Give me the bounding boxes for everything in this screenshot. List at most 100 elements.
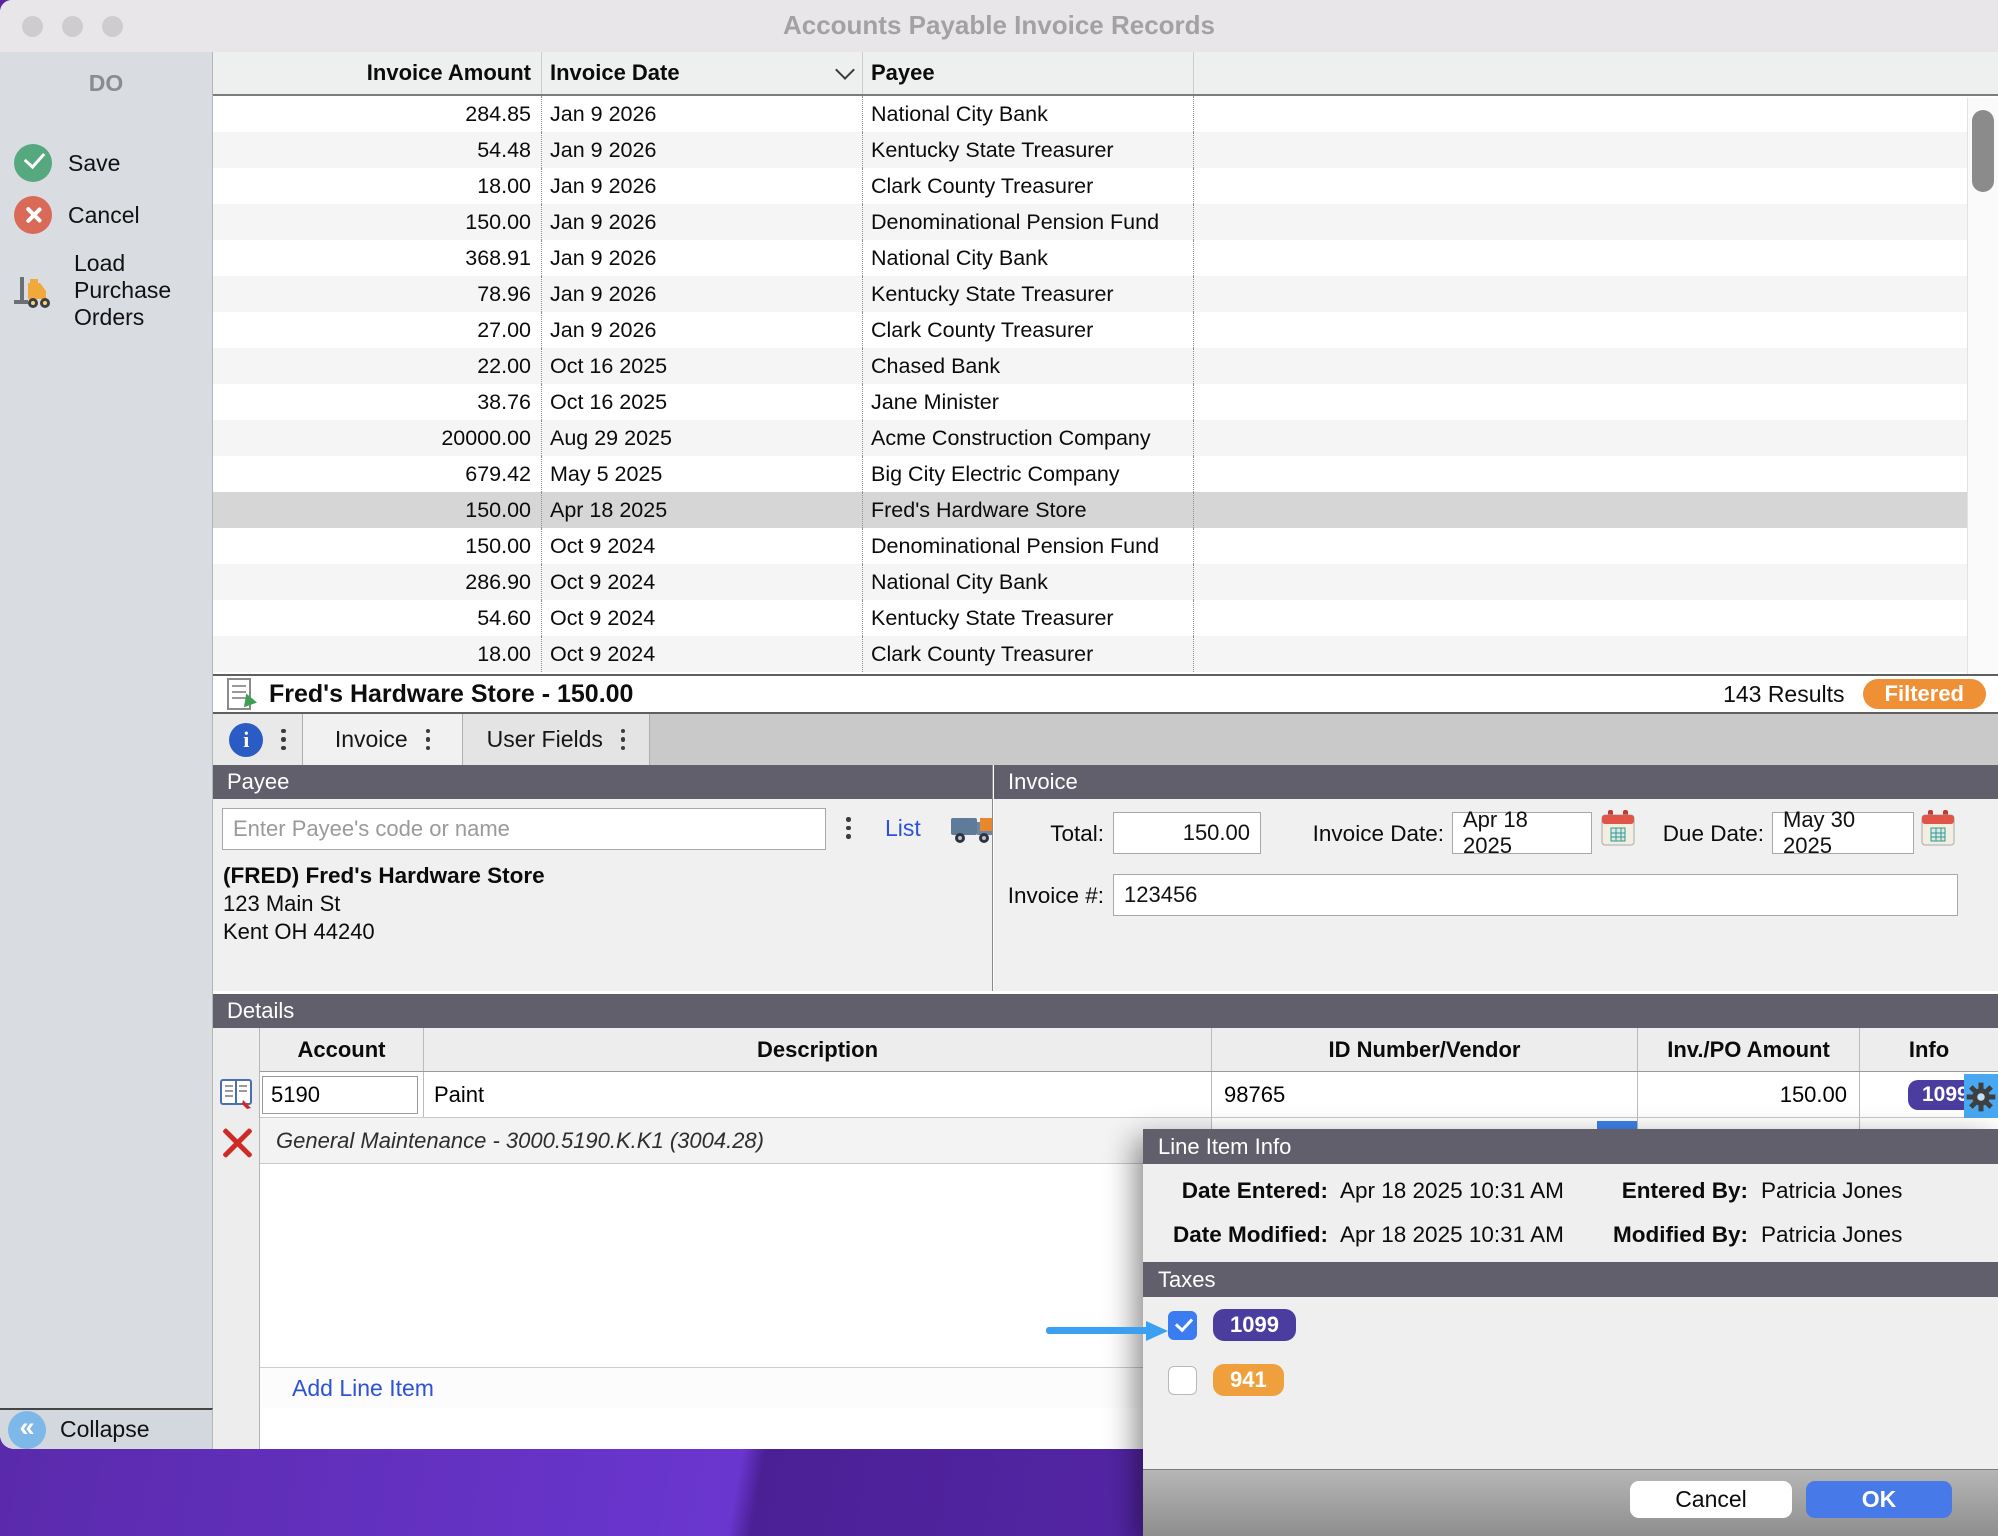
- line-item-gear-button[interactable]: [1964, 1074, 1998, 1120]
- invoice-number-input[interactable]: 123456: [1113, 874, 1958, 916]
- details-column-amount: Inv./PO Amount: [1638, 1028, 1860, 1071]
- ledger-icon[interactable]: [219, 1078, 255, 1110]
- cell-date: Apr 18 2025: [542, 492, 863, 528]
- description-cell[interactable]: Paint: [424, 1072, 1212, 1117]
- details-gutter-bottom: [213, 1408, 260, 1449]
- tab-user-fields[interactable]: User Fields: [463, 714, 650, 765]
- column-header-invoice-date[interactable]: Invoice Date: [542, 52, 863, 94]
- cell-payee: Clark County Treasurer: [863, 636, 1194, 672]
- cell-filler: [1194, 240, 1998, 276]
- cell-filler: [1194, 276, 1998, 312]
- cell-amount: 22.00: [213, 348, 542, 384]
- details-table-header: Account Description ID Number/Vendor Inv…: [260, 1028, 1998, 1072]
- table-row[interactable]: 54.48Jan 9 2026Kentucky State Treasurer: [213, 132, 1998, 168]
- table-row[interactable]: 38.76Oct 16 2025Jane Minister: [213, 384, 1998, 420]
- desktop-background: Accounts Payable Invoice Records DO Save…: [0, 0, 1998, 1536]
- collapse-button[interactable]: « Collapse: [0, 1408, 213, 1449]
- sidebar-item-load-purchase-orders[interactable]: Load Purchase Orders: [14, 250, 194, 331]
- modified-by-label: Modified By:: [1588, 1222, 1748, 1248]
- kebab-menu-icon[interactable]: [621, 729, 626, 751]
- table-row[interactable]: 27.00Jan 9 2026Clark County Treasurer: [213, 312, 1998, 348]
- invoice-number-label: Invoice #:: [994, 883, 1104, 909]
- details-panel-header: Details: [213, 994, 1998, 1028]
- cancel-x-icon: [14, 196, 52, 234]
- column-header-invoice-amount[interactable]: Invoice Amount: [213, 52, 542, 94]
- kebab-menu-icon[interactable]: [426, 729, 431, 751]
- cell-amount: 27.00: [213, 312, 542, 348]
- table-row[interactable]: 284.85Jan 9 2026National City Bank: [213, 96, 1998, 132]
- details-column-info: Info: [1860, 1028, 1998, 1071]
- cell-filler: [1194, 348, 1998, 384]
- table-row[interactable]: 20000.00Aug 29 2025Acme Construction Com…: [213, 420, 1998, 456]
- filtered-badge[interactable]: Filtered: [1863, 679, 1986, 709]
- account-cell[interactable]: 5190: [260, 1072, 424, 1117]
- total-input[interactable]: 150.00: [1113, 812, 1261, 854]
- tax-badge: 941: [1213, 1364, 1284, 1396]
- due-date-input[interactable]: May 30 2025: [1772, 812, 1914, 854]
- invoice-date-calendar-icon[interactable]: [1600, 809, 1636, 849]
- tax-checkbox[interactable]: [1168, 1311, 1197, 1340]
- payee-list-link[interactable]: List: [885, 815, 921, 842]
- info-icon: i: [229, 723, 263, 757]
- sidebar-item-cancel[interactable]: Cancel: [14, 196, 140, 234]
- cell-payee: Denominational Pension Fund: [863, 528, 1194, 564]
- table-row[interactable]: 22.00Oct 16 2025Chased Bank: [213, 348, 1998, 384]
- table-row[interactable]: 679.42May 5 2025Big City Electric Compan…: [213, 456, 1998, 492]
- line-item-info-popup: Line Item Info Date Entered: Apr 18 2025…: [1143, 1129, 1998, 1536]
- cell-payee: National City Bank: [863, 564, 1194, 600]
- scrollbar-thumb[interactable]: [1972, 110, 1994, 192]
- cell-amount: 286.90: [213, 564, 542, 600]
- sidebar-item-save[interactable]: Save: [14, 144, 120, 182]
- cell-payee: Acme Construction Company: [863, 420, 1194, 456]
- ok-button[interactable]: OK: [1806, 1481, 1952, 1518]
- cell-date: Jan 9 2026: [542, 204, 863, 240]
- add-line-item-link[interactable]: Add Line Item: [292, 1375, 434, 1402]
- table-row[interactable]: 286.90Oct 9 2024National City Bank: [213, 564, 1998, 600]
- invoice-date-input[interactable]: Apr 18 2025: [1452, 812, 1592, 854]
- cell-filler: [1194, 528, 1998, 564]
- invoice-table-header: Invoice Amount Invoice Date Payee: [213, 52, 1998, 96]
- cell-amount: 150.00: [213, 492, 542, 528]
- cell-amount: 54.48: [213, 132, 542, 168]
- payee-search-input[interactable]: [222, 808, 826, 850]
- kebab-menu-icon[interactable]: [281, 729, 286, 751]
- table-row[interactable]: 78.96Jan 9 2026Kentucky State Treasurer: [213, 276, 1998, 312]
- cell-date: Oct 16 2025: [542, 384, 863, 420]
- table-scrollbar[interactable]: [1967, 98, 1998, 674]
- tab-invoice[interactable]: Invoice: [303, 714, 463, 765]
- cell-amount: 18.00: [213, 636, 542, 672]
- table-row[interactable]: 150.00Apr 18 2025Fred's Hardware Store: [213, 492, 1998, 528]
- cell-date: Oct 9 2024: [542, 564, 863, 600]
- cell-amount: 150.00: [213, 204, 542, 240]
- account-input[interactable]: 5190: [262, 1076, 418, 1114]
- cell-filler: [1194, 384, 1998, 420]
- description-value: Paint: [424, 1082, 484, 1108]
- cell-filler: [1194, 96, 1998, 132]
- amount-value: 150.00: [1638, 1082, 1859, 1108]
- cell-payee: National City Bank: [863, 96, 1194, 132]
- cell-date: May 5 2025: [542, 456, 863, 492]
- table-row[interactable]: 54.60Oct 9 2024Kentucky State Treasurer: [213, 600, 1998, 636]
- id-vendor-cell[interactable]: 98765: [1212, 1072, 1638, 1117]
- truck-icon[interactable]: [949, 812, 995, 846]
- invoice-document-icon: [227, 676, 257, 712]
- table-row[interactable]: 18.00Jan 9 2026Clark County Treasurer: [213, 168, 1998, 204]
- table-row[interactable]: 150.00Oct 9 2024Denominational Pension F…: [213, 528, 1998, 564]
- column-header-payee[interactable]: Payee: [863, 52, 1194, 94]
- payee-kebab-menu-icon[interactable]: [846, 817, 851, 839]
- cell-filler: [1194, 132, 1998, 168]
- tab-invoice-label: Invoice: [335, 726, 408, 753]
- cell-date: Jan 9 2026: [542, 132, 863, 168]
- cancel-button[interactable]: Cancel: [1630, 1481, 1792, 1518]
- table-row[interactable]: 368.91Jan 9 2026National City Bank: [213, 240, 1998, 276]
- cell-payee: National City Bank: [863, 240, 1194, 276]
- table-row[interactable]: 18.00Oct 9 2024Clark County Treasurer: [213, 636, 1998, 672]
- details-line-item-row[interactable]: 5190 Paint 98765 150.00 1099: [260, 1072, 1998, 1118]
- amount-cell[interactable]: 150.00: [1638, 1072, 1860, 1117]
- invoice-table-body: 284.85Jan 9 2026National City Bank54.48J…: [213, 96, 1998, 672]
- due-date-calendar-icon[interactable]: [1920, 809, 1956, 849]
- tax-checkbox[interactable]: [1168, 1366, 1197, 1395]
- table-row[interactable]: 150.00Jan 9 2026Denominational Pension F…: [213, 204, 1998, 240]
- cell-filler: [1194, 600, 1998, 636]
- tab-info[interactable]: i: [213, 714, 303, 765]
